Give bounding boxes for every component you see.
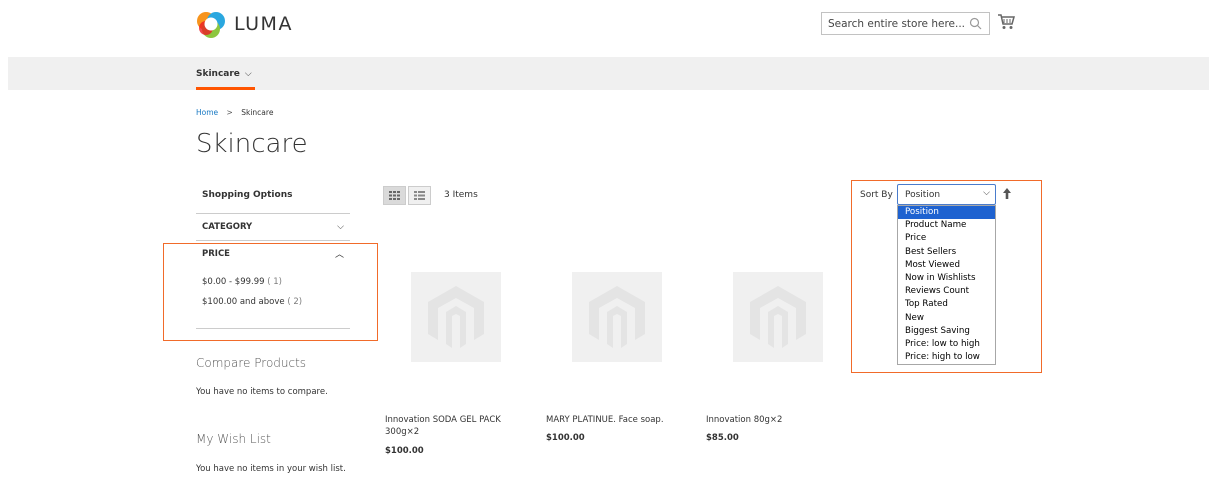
search-box[interactable] [821, 12, 990, 35]
grid-view-button[interactable] [383, 186, 406, 205]
search-icon[interactable] [969, 17, 982, 30]
product-name-line: Innovation SODA GEL PACK [385, 415, 501, 425]
product-price: $100.00 [385, 446, 424, 456]
product-image[interactable] [411, 272, 501, 362]
product-name-link[interactable]: Innovation SODA GEL PACK 300g×2 [385, 414, 501, 438]
cart-icon[interactable] [997, 13, 1015, 30]
nav-item-skincare[interactable]: Skincare ⌵ [196, 57, 252, 90]
sort-options-list: Position Product Name Price Best Sellers… [897, 205, 996, 366]
list-view-button[interactable] [408, 186, 431, 205]
product-name-link[interactable]: Innovation 80g×2 [706, 414, 782, 426]
sort-option[interactable]: Top Rated [898, 298, 995, 311]
page-title: Skincare [196, 129, 308, 159]
sort-label: Sort By [860, 190, 893, 200]
price-option-count: ( 2) [287, 297, 303, 307]
sort-option[interactable]: Product Name [898, 219, 995, 232]
sort-option[interactable]: Reviews Count [898, 285, 995, 298]
product-name-line: Innovation 80g×2 [706, 415, 783, 425]
breadcrumb-separator: > [226, 108, 233, 117]
nav-active-indicator [196, 87, 255, 90]
placeholder-logo-icon [428, 286, 484, 348]
search-input[interactable] [822, 13, 989, 34]
compare-title: Compare Products [196, 356, 307, 370]
sort-direction-icon[interactable] [1002, 187, 1012, 201]
compare-text: You have no items to compare. [196, 387, 328, 397]
placeholder-logo-icon [750, 286, 806, 348]
sort-option[interactable]: Most Viewed [898, 259, 995, 272]
breadcrumb-current: Skincare [241, 108, 274, 117]
sort-select[interactable]: Position ⌵ [897, 184, 996, 205]
store-logo[interactable]: LUMA [196, 9, 293, 39]
shopping-options-title: Shopping Options [202, 190, 293, 200]
placeholder-logo-icon [589, 286, 645, 348]
wishlist-title: My Wish List [196, 432, 271, 446]
chevron-down-icon: ⌵ [983, 188, 990, 198]
product-price: $100.00 [546, 433, 585, 443]
wishlist-text: You have no items in your wish list. [196, 464, 346, 474]
sort-option[interactable]: Now in Wishlists [898, 272, 995, 285]
breadcrumb-home[interactable]: Home [196, 108, 218, 117]
price-option-label: $0.00 - $99.99 [202, 277, 265, 287]
product-name-line: MARY PLATINUE. Face soap. [546, 415, 664, 425]
sort-option[interactable]: New [898, 312, 995, 325]
price-option-label: $100.00 and above [202, 297, 285, 307]
price-filter-highlight [163, 243, 378, 341]
sort-option[interactable]: Price: high to low [898, 351, 995, 364]
sort-selected-value: Position [905, 189, 941, 200]
sort-option[interactable]: Position [898, 206, 995, 220]
list-view-icon [414, 191, 425, 200]
sort-option[interactable]: Best Sellers [898, 246, 995, 259]
filter-category[interactable]: CATEGORY ⌵ [196, 213, 350, 240]
price-option[interactable]: $100.00 and above ( 2) [202, 297, 302, 307]
filter-label: CATEGORY [202, 222, 253, 232]
sort-option[interactable]: Biggest Saving [898, 325, 995, 338]
chevron-down-icon: ⌵ [337, 222, 344, 232]
logo-text: LUMA [234, 13, 293, 35]
filter-divider [196, 328, 350, 329]
price-option[interactable]: $0.00 - $99.99 ( 1) [202, 277, 282, 287]
product-image[interactable] [572, 272, 662, 362]
sort-option[interactable]: Price [898, 232, 995, 245]
main-nav: Skincare ⌵ [8, 57, 1209, 90]
item-count: 3 Items [444, 190, 478, 200]
product-name-link[interactable]: MARY PLATINUE. Face soap. [546, 414, 664, 426]
price-option-count: ( 1) [267, 277, 282, 287]
nav-item-label: Skincare [196, 68, 240, 79]
product-price: $85.00 [706, 433, 739, 443]
product-image[interactable] [733, 272, 823, 362]
sort-option[interactable]: Price: low to high [898, 338, 995, 351]
product-name-line: 300g×2 [385, 427, 420, 437]
grid-view-icon [389, 191, 400, 200]
breadcrumb: Home > Skincare [196, 108, 273, 117]
luma-logo-icon [197, 12, 225, 38]
chevron-down-icon: ⌵ [244, 68, 252, 79]
